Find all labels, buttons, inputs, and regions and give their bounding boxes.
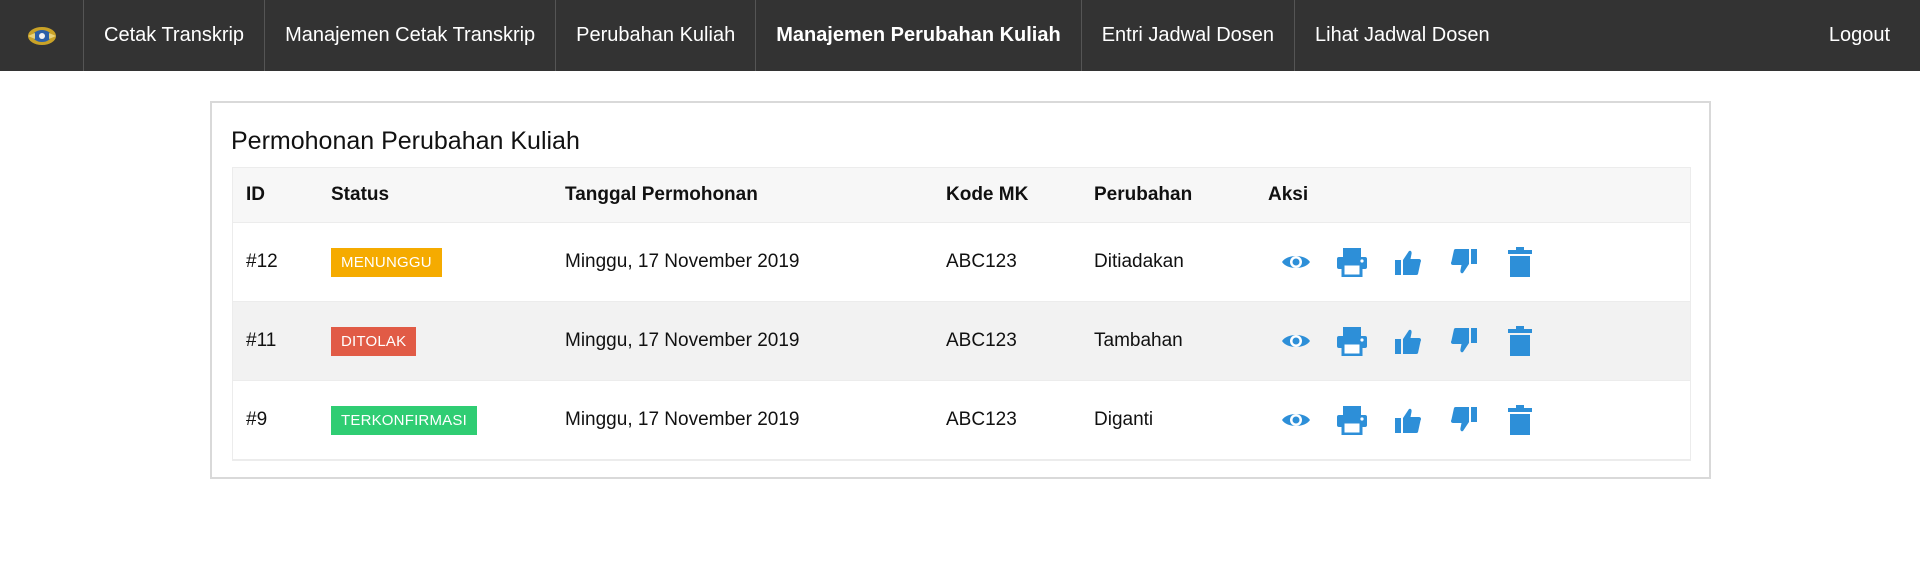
table-row: #9 TERKONFIRMASI Minggu, 17 November 201… xyxy=(233,381,1690,460)
reject-button[interactable] xyxy=(1436,323,1492,359)
eye-icon xyxy=(1282,256,1310,268)
cell-date: Minggu, 17 November 2019 xyxy=(565,409,800,430)
eye-icon xyxy=(1282,335,1310,347)
trash-icon xyxy=(1508,326,1532,356)
trash-icon xyxy=(1508,247,1532,277)
cell-perubahan: Ditiadakan xyxy=(1094,251,1184,272)
thumbs-up-icon xyxy=(1395,408,1421,433)
status-badge: MENUNGGU xyxy=(331,247,442,277)
requests-table: ID Status Tanggal Permohonan Kode MK Per… xyxy=(232,167,1691,461)
approve-button[interactable] xyxy=(1380,244,1436,280)
cell-id: #12 xyxy=(246,251,278,272)
cell-perubahan: Diganti xyxy=(1094,409,1154,430)
header-status: Status xyxy=(331,184,390,205)
header-id: ID xyxy=(246,184,265,205)
delete-button[interactable] xyxy=(1492,323,1548,359)
view-button[interactable] xyxy=(1268,244,1324,280)
reject-button[interactable] xyxy=(1436,244,1492,280)
cell-id: #11 xyxy=(246,330,277,351)
top-navbar: Cetak Transkrip Manajemen Cetak Transkri… xyxy=(0,0,1920,71)
status-badge: DITOLAK xyxy=(331,326,417,356)
panel-title: Permohonan Perubahan Kuliah xyxy=(231,127,580,155)
cell-date: Minggu, 17 November 2019 xyxy=(565,330,800,351)
cell-kode-mk: ABC123 xyxy=(946,409,1017,430)
print-button[interactable] xyxy=(1324,323,1380,359)
cell-status: TERKONFIRMASI xyxy=(318,405,552,435)
print-button[interactable] xyxy=(1324,244,1380,280)
requests-panel: Permohonan Perubahan Kuliah ID Status Ta… xyxy=(210,101,1711,479)
header-aksi: Aksi xyxy=(1268,184,1309,205)
cell-perubahan: Tambahan xyxy=(1094,330,1183,351)
nav-item-manajemen-cetak-transkrip[interactable]: Manajemen Cetak Transkrip xyxy=(265,0,557,71)
table-header-row: ID Status Tanggal Permohonan Kode MK Per… xyxy=(233,168,1690,223)
header-perubahan: Perubahan xyxy=(1094,184,1193,205)
table-row: #11 DITOLAK Minggu, 17 November 2019 ABC… xyxy=(233,302,1690,381)
view-button[interactable] xyxy=(1268,323,1324,359)
nav-item-lihat-jadwal-dosen[interactable]: Lihat Jadwal Dosen xyxy=(1295,0,1510,71)
cell-status: MENUNGGU xyxy=(318,247,552,277)
thumbs-down-icon xyxy=(1451,407,1477,432)
nav-item-manajemen-perubahan-kuliah[interactable]: Manajemen Perubahan Kuliah xyxy=(756,0,1082,71)
thumbs-down-icon xyxy=(1451,328,1477,353)
delete-button[interactable] xyxy=(1492,402,1548,438)
thumbs-up-icon xyxy=(1395,250,1421,275)
approve-button[interactable] xyxy=(1380,323,1436,359)
cell-aksi xyxy=(1255,244,1690,280)
nav-item-cetak-transkrip[interactable]: Cetak Transkrip xyxy=(84,0,266,71)
trash-icon xyxy=(1508,405,1532,435)
nav-item-perubahan-kuliah[interactable]: Perubahan Kuliah xyxy=(556,0,757,71)
cell-aksi xyxy=(1255,402,1690,438)
logo[interactable] xyxy=(0,0,84,71)
cell-status: DITOLAK xyxy=(318,326,552,356)
printer-icon xyxy=(1337,327,1367,356)
cell-date: Minggu, 17 November 2019 xyxy=(565,251,800,272)
printer-icon xyxy=(1337,248,1367,277)
delete-button[interactable] xyxy=(1492,244,1548,280)
approve-button[interactable] xyxy=(1380,402,1436,438)
print-button[interactable] xyxy=(1324,402,1380,438)
logout-link[interactable]: Logout xyxy=(1809,0,1920,71)
cell-id: #9 xyxy=(246,409,268,430)
eye-icon xyxy=(1282,414,1310,426)
view-button[interactable] xyxy=(1268,402,1324,438)
thumbs-down-icon xyxy=(1451,249,1477,274)
thumbs-up-icon xyxy=(1395,329,1421,354)
header-kode-mk: Kode MK xyxy=(946,184,1029,205)
cell-aksi xyxy=(1255,323,1690,359)
cell-kode-mk: ABC123 xyxy=(946,251,1017,272)
printer-icon xyxy=(1337,406,1367,435)
status-badge: TERKONFIRMASI xyxy=(331,405,477,435)
cell-kode-mk: ABC123 xyxy=(946,330,1017,351)
nav-item-entri-jadwal-dosen[interactable]: Entri Jadwal Dosen xyxy=(1082,0,1296,71)
university-logo-icon xyxy=(27,26,56,45)
table-row: #12 MENUNGGU Minggu, 17 November 2019 AB… xyxy=(233,223,1690,302)
header-date: Tanggal Permohonan xyxy=(565,184,758,205)
reject-button[interactable] xyxy=(1436,402,1492,438)
